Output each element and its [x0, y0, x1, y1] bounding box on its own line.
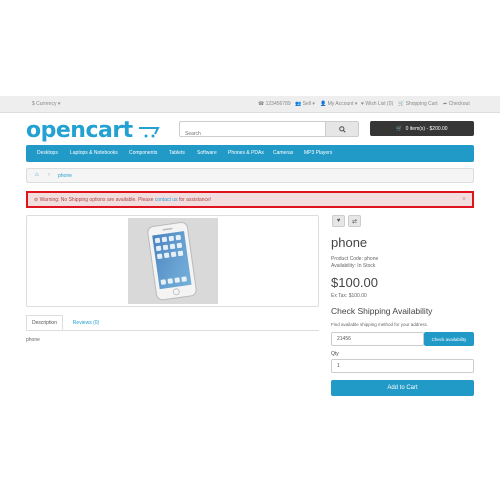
menu-item-phones[interactable]: Phones & PDAs	[228, 150, 264, 156]
top-bar: $ Currency ▾ ☎ 123456789 👥 Sell ▾ 👤 My A…	[0, 96, 500, 113]
logo-cart-icon	[138, 127, 160, 138]
tab-reviews[interactable]: Reviews (0)	[66, 315, 106, 330]
warning-icon: ⊘	[34, 197, 39, 203]
wishlist-link[interactable]: ♥ Wish List (0)	[361, 101, 393, 107]
check-availability-button[interactable]: Check availability	[424, 332, 474, 346]
menu-item-mp3[interactable]: MP3 Players	[304, 150, 332, 156]
phone-link[interactable]: ☎ 123456789	[258, 101, 291, 107]
quantity-input[interactable]: 1	[331, 359, 474, 373]
contact-us-link[interactable]: contact us	[155, 197, 178, 203]
product-ex-tax: Ex Tax: $100.00	[331, 293, 367, 299]
menu-item-desktops[interactable]: Desktops	[37, 150, 58, 156]
product-code: Product Code: phone	[331, 256, 379, 262]
logo[interactable]: opencart	[26, 118, 162, 143]
iphone-image	[128, 218, 218, 304]
alert-message: ⊘ Warning: No Shipping options are avail…	[34, 197, 211, 203]
search-icon	[338, 125, 346, 133]
account-dropdown[interactable]: 👤 My Account ▾	[320, 101, 357, 107]
alert-prefix: Warning: No Shipping options are availab…	[39, 197, 155, 203]
tab-description[interactable]: Description	[26, 315, 63, 330]
sell-dropdown[interactable]: 👥 Sell ▾	[295, 101, 315, 107]
wishlist-label: Wish List (0)	[365, 101, 394, 107]
phone-number: 123456789	[265, 101, 291, 107]
menu-item-cameras[interactable]: Cameras	[273, 150, 293, 156]
product-availability: Availability: In Stock	[331, 263, 376, 269]
compare-button[interactable]: ⇄	[348, 215, 361, 227]
search-input[interactable]	[180, 127, 325, 141]
alert-close-button[interactable]: ×	[462, 196, 466, 203]
product-tabs: Description Reviews (0)	[26, 315, 319, 331]
breadcrumb-item-phone[interactable]: phone	[58, 173, 72, 179]
heart-icon: ♥	[336, 218, 341, 224]
currency-dropdown[interactable]: $ Currency ▾	[32, 101, 60, 107]
menu-item-tablets[interactable]: Tablets	[169, 150, 185, 156]
alert-suffix: for assistance!	[177, 197, 212, 203]
cart-link[interactable]: 🛒 Shopping Cart	[398, 101, 438, 107]
main-menu: Desktops Laptops & Notebooks Components …	[26, 145, 474, 162]
checkout-label: Checkout	[448, 101, 470, 107]
checkout-link[interactable]: ➦ Checkout	[443, 101, 470, 107]
cart-button-label: 0 item(s) - $200.00	[405, 125, 448, 132]
home-icon[interactable]: ⌂	[35, 172, 39, 178]
menu-item-components[interactable]: Components	[129, 150, 157, 156]
product-title: phone	[331, 235, 368, 250]
product-price: $100.00	[331, 275, 378, 290]
header-cart-button[interactable]: 🛒 0 item(s) - $200.00	[370, 121, 474, 136]
zip-code-input[interactable]: 21456	[331, 332, 424, 346]
shipping-subtext: Find available shipping method for your …	[331, 322, 429, 327]
cart-label: Shopping Cart	[405, 101, 438, 107]
description-text: phone	[26, 337, 40, 343]
exchange-icon: ⇄	[351, 218, 358, 225]
logo-text: opencart	[26, 118, 133, 143]
shipping-warning-alert: ⊘ Warning: No Shipping options are avail…	[26, 191, 474, 208]
cart-icon: 🛒	[396, 125, 403, 132]
add-to-wishlist-button[interactable]: ♥	[332, 215, 345, 227]
qty-label: Qty	[331, 351, 339, 357]
search-box	[179, 121, 359, 141]
breadcrumb: ⌂ › phone	[26, 168, 474, 183]
menu-item-laptops[interactable]: Laptops & Notebooks	[70, 150, 118, 156]
search-button[interactable]	[325, 122, 358, 136]
product-image[interactable]	[128, 218, 218, 304]
sell-label: Sell ▾	[302, 101, 315, 107]
add-to-cart-button[interactable]: Add to Cart	[331, 380, 474, 396]
shipping-heading: Check Shipping Availability	[331, 306, 433, 316]
account-label: My Account ▾	[327, 101, 358, 107]
menu-item-software[interactable]: Software	[197, 150, 217, 156]
breadcrumb-separator: ›	[48, 172, 50, 178]
